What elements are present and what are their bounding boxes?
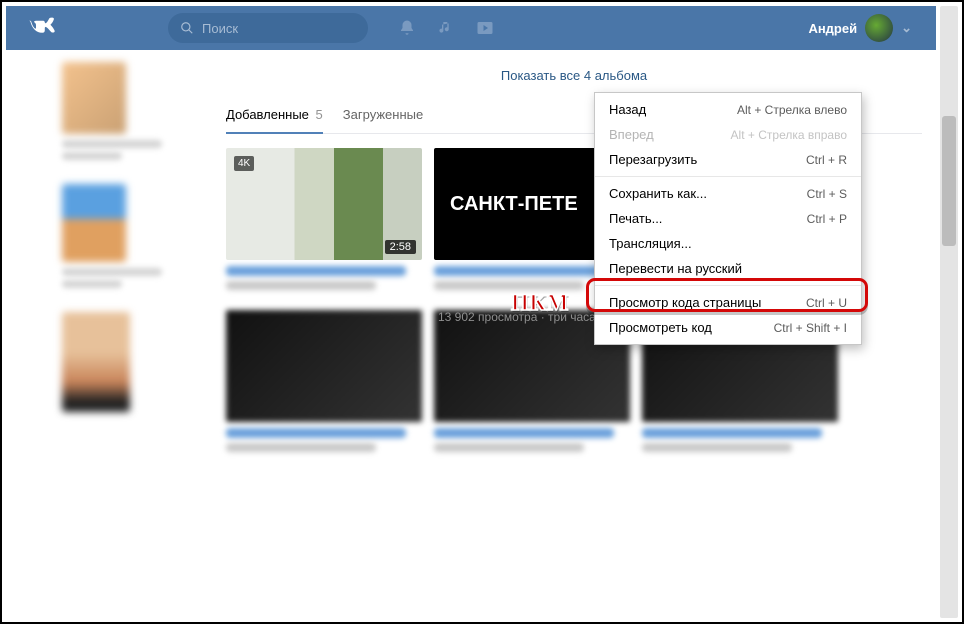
context-menu-item[interactable]: Сохранить как... Ctrl + S [595,181,861,206]
sidebar-text [62,268,162,276]
sidebar-text [62,152,122,160]
tab-added[interactable]: Добавленные 5 [226,107,323,134]
quality-badge: 4K [234,156,254,171]
context-menu-item[interactable]: Назад Alt + Стрелка влево [595,97,861,122]
context-menu-label: Вперед [609,127,654,142]
video-card[interactable] [226,310,422,452]
avatar [865,14,893,42]
video-duration: 2:58 [385,240,416,254]
scrollbar-thumb[interactable] [942,116,956,246]
search-icon [180,21,194,35]
search-input[interactable]: Поиск [168,13,368,43]
video-meta [226,281,376,290]
tab-label: Добавленные [226,107,309,122]
context-menu-label: Назад [609,102,646,117]
context-menu-item[interactable]: Трансляция... [595,231,861,256]
context-menu-item[interactable]: Просмотр кода страницы Ctrl + U [595,290,861,315]
video-title[interactable] [642,428,822,438]
video-title[interactable] [226,266,406,276]
sidebar-thumb[interactable] [62,312,130,412]
context-menu-item: Вперед Alt + Стрелка вправо [595,122,861,147]
video-meta [642,443,792,452]
video-card[interactable]: 4K 2:58 [226,148,422,290]
context-menu-separator [595,176,861,177]
sidebar-thumb[interactable] [62,184,126,262]
context-menu-item[interactable]: Перевести на русский [595,256,861,281]
context-menu-label: Печать... [609,211,662,226]
context-menu-item[interactable]: Просмотреть код Ctrl + Shift + I [595,315,861,340]
video-thumbnail[interactable]: 4K 2:58 [226,148,422,260]
context-menu-shortcut: Ctrl + P [807,212,847,226]
context-menu-label: Перевести на русский [609,261,742,276]
video-title[interactable] [434,266,614,276]
video-title-overlay: САНКТ-ПЕТЕ [450,193,578,216]
context-menu-separator [595,285,861,286]
context-menu-label: Просмотр кода страницы [609,295,761,310]
top-bar: Поиск Андрей ⌄ [6,6,936,50]
chevron-down-icon: ⌄ [901,20,912,36]
sidebar-text [62,140,162,148]
context-menu-item[interactable]: Печать... Ctrl + P [595,206,861,231]
context-menu-label: Перезагрузить [609,152,697,167]
context-menu-shortcut: Ctrl + U [806,296,847,310]
context-menu: Назад Alt + Стрелка влево Вперед Alt + Стре… [594,92,862,345]
sidebar-text [62,280,122,288]
left-sidebar [6,50,216,452]
context-menu-label: Сохранить как... [609,186,707,201]
bell-icon[interactable] [398,19,416,37]
user-menu[interactable]: Андрей ⌄ [808,14,912,42]
context-menu-shortcut: Ctrl + Shift + I [774,321,847,335]
top-icons [398,19,494,37]
vk-logo-icon[interactable] [28,17,60,39]
video-title[interactable] [226,428,406,438]
context-menu-shortcut: Ctrl + R [806,153,847,167]
video-title[interactable] [434,428,614,438]
username: Андрей [808,21,857,36]
video-meta [434,281,584,290]
video-meta [434,443,584,452]
page-scrollbar[interactable] [940,6,958,618]
music-icon[interactable] [438,20,454,36]
show-all-albums-link[interactable]: Показать все 4 альбома [226,68,922,83]
video-meta [226,443,376,452]
context-menu-item[interactable]: Перезагрузить Ctrl + R [595,147,861,172]
video-icon[interactable] [476,19,494,37]
tab-count: 5 [316,107,323,122]
tab-uploaded[interactable]: Загруженные [343,107,423,123]
search-placeholder: Поиск [202,21,238,36]
context-menu-label: Просмотреть код [609,320,712,335]
context-menu-label: Трансляция... [609,236,692,251]
tab-label: Загруженные [343,107,423,122]
video-thumbnail[interactable] [226,310,422,422]
context-menu-shortcut: Alt + Стрелка вправо [731,128,847,142]
context-menu-shortcut: Alt + Стрелка влево [737,103,847,117]
sidebar-thumb[interactable] [62,62,126,134]
context-menu-shortcut: Ctrl + S [807,187,847,201]
